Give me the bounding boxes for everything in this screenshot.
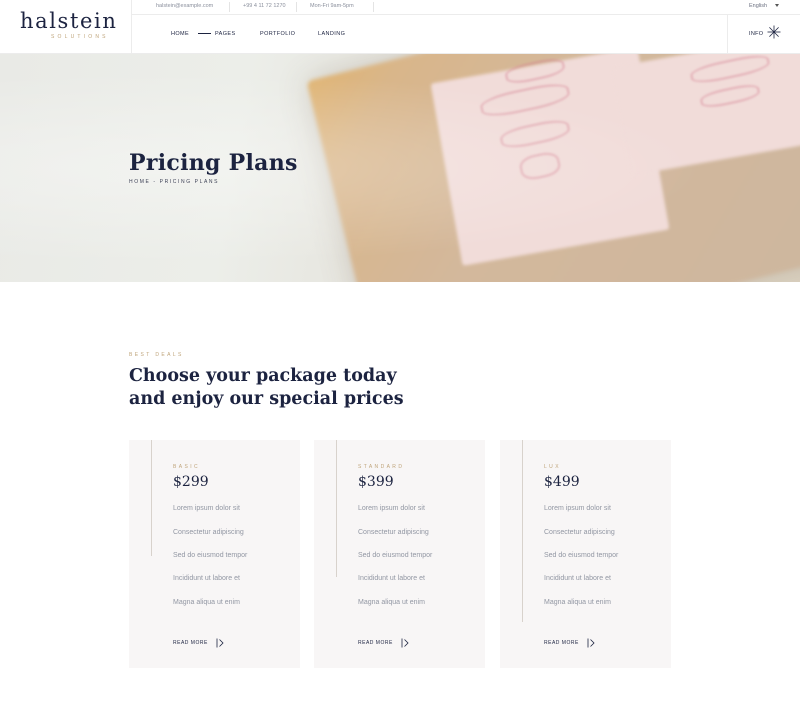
read-more-button[interactable]: READ MORE — [358, 637, 409, 649]
plan-feature: Magna aliqua ut enim — [544, 599, 611, 606]
card-accent-line — [522, 440, 523, 622]
hero-banner: Pricing Plans HOME - PRICING PLANS — [0, 54, 800, 282]
topbar-divider — [229, 2, 230, 12]
headline-line: and enjoy our special prices — [129, 389, 404, 409]
arrow-right-icon — [216, 638, 224, 648]
site-header: halstein SOLUTIONS halstein@example.com … — [0, 0, 800, 54]
section-eyebrow: BEST DEALS — [129, 352, 184, 358]
nav-item-portfolio[interactable]: PORTFOLIO — [260, 31, 295, 37]
nav-item-home[interactable]: HOME — [171, 31, 189, 37]
logo-wordmark: halstein — [20, 9, 118, 33]
asterisk-icon — [767, 25, 781, 39]
read-more-label: READ MORE — [173, 640, 208, 646]
plan-feature: Magna aliqua ut enim — [173, 599, 240, 606]
topbar-divider — [373, 2, 374, 12]
read-more-button[interactable]: READ MORE — [544, 637, 595, 649]
nav-item-pages[interactable]: PAGES — [215, 31, 236, 37]
language-selector[interactable]: English — [749, 3, 767, 9]
plan-feature: Lorem ipsum dolor sit — [173, 505, 240, 512]
headline-line: Choose your package today — [129, 366, 397, 386]
pricing-card-basic: BASIC $299 Lorem ipsum dolor sit Consect… — [129, 440, 300, 668]
arrow-right-icon — [587, 638, 595, 648]
plan-feature: Sed do eiusmod tempor — [173, 552, 248, 559]
page-title: Pricing Plans — [129, 150, 298, 176]
plan-feature: Magna aliqua ut enim — [358, 599, 425, 606]
pricing-card-lux: LUX $499 Lorem ipsum dolor sit Consectet… — [500, 440, 671, 668]
hero-overlay — [0, 54, 800, 282]
read-more-button[interactable]: READ MORE — [173, 637, 224, 649]
breadcrumb[interactable]: HOME - PRICING PLANS — [129, 179, 219, 185]
topbar-divider — [296, 2, 297, 12]
plan-feature: Sed do eiusmod tempor — [358, 552, 433, 559]
plan-feature: Lorem ipsum dolor sit — [544, 505, 611, 512]
info-label: INFO — [749, 31, 764, 37]
section-headline: Choose your package today and enjoy our … — [129, 365, 404, 411]
logo-tagline: SOLUTIONS — [51, 34, 109, 40]
pricing-card-standard: STANDARD $399 Lorem ipsum dolor sit Cons… — [314, 440, 485, 668]
plan-feature: Lorem ipsum dolor sit — [358, 505, 425, 512]
plan-tier: STANDARD — [358, 464, 405, 470]
topbar-hours: Mon-Fri 9am-5pm — [310, 3, 354, 9]
logo[interactable]: halstein SOLUTIONS — [0, 0, 132, 54]
card-accent-line — [151, 440, 152, 556]
plan-feature: Consectetur adipiscing — [358, 529, 429, 536]
top-bar: halstein@example.com +99 4 11 72 1270 Mo… — [132, 0, 800, 15]
nav-item-landing[interactable]: LANDING — [318, 31, 345, 37]
card-accent-line — [336, 440, 337, 577]
read-more-label: READ MORE — [544, 640, 579, 646]
read-more-label: READ MORE — [358, 640, 393, 646]
plan-price: $499 — [544, 474, 580, 490]
plan-tier: LUX — [544, 464, 561, 470]
plan-price: $299 — [173, 474, 209, 490]
plan-tier: BASIC — [173, 464, 201, 470]
plan-feature: Incididunt ut labore et — [358, 575, 425, 582]
topbar-email[interactable]: halstein@example.com — [156, 3, 213, 9]
arrow-right-icon — [401, 638, 409, 648]
plan-price: $399 — [358, 474, 394, 490]
plan-feature: Consectetur adipiscing — [544, 529, 615, 536]
plan-feature: Consectetur adipiscing — [173, 529, 244, 536]
plan-feature: Incididunt ut labore et — [173, 575, 240, 582]
nav-active-indicator — [198, 33, 211, 34]
info-button[interactable]: INFO — [727, 15, 800, 54]
topbar-phone[interactable]: +99 4 11 72 1270 — [243, 3, 286, 9]
chevron-down-icon[interactable] — [775, 4, 779, 7]
plan-feature: Sed do eiusmod tempor — [544, 552, 619, 559]
plan-feature: Incididunt ut labore et — [544, 575, 611, 582]
